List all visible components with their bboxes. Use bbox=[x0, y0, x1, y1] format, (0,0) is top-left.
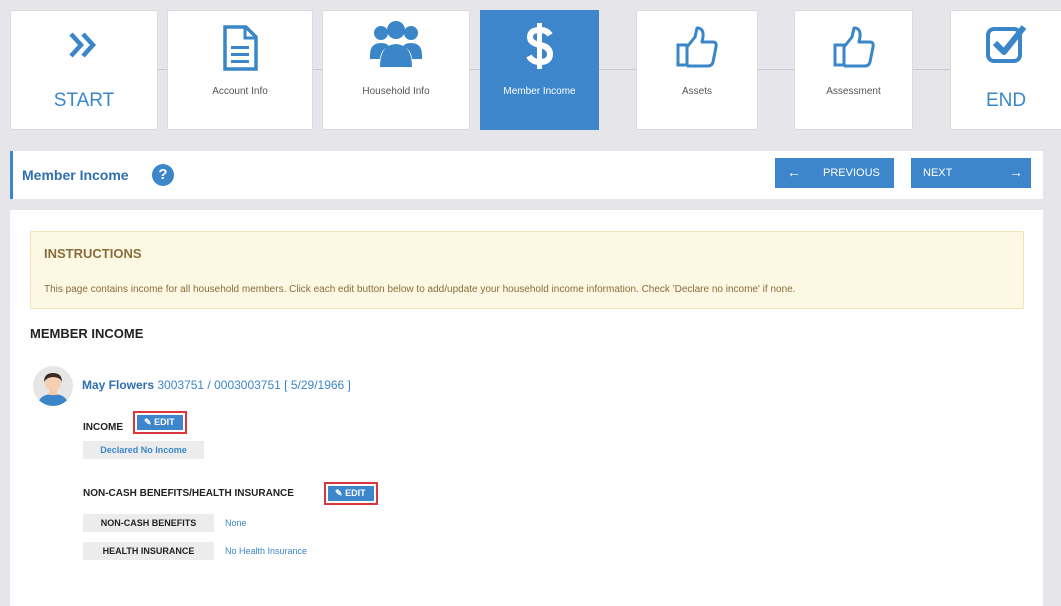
step-label: Assets bbox=[681, 86, 712, 97]
previous-label: PREVIOUS bbox=[823, 167, 880, 179]
step-label: Member Income bbox=[503, 86, 576, 97]
progress-steps: START Account Info Household Info Member… bbox=[0, 0, 1061, 140]
instructions-heading: INSTRUCTIONS bbox=[44, 246, 142, 261]
step-label: Assessment bbox=[826, 86, 881, 97]
double-chevron-right-icon bbox=[11, 25, 157, 69]
pencil-icon: ✎ bbox=[335, 488, 343, 498]
step-label: Household Info bbox=[362, 86, 430, 97]
benefits-edit-button[interactable]: ✎ EDIT bbox=[328, 486, 374, 501]
income-edit-button[interactable]: ✎ EDIT bbox=[137, 415, 183, 430]
next-label: NEXT bbox=[923, 167, 953, 179]
edit-label: EDIT bbox=[345, 488, 366, 498]
benefits-edit-highlight: ✎ EDIT bbox=[324, 482, 378, 505]
arrow-left-icon: ← bbox=[787, 164, 801, 180]
member-ids: 3003751 / 0003003751 [ 5/29/1966 ] bbox=[157, 378, 351, 392]
step-label: END bbox=[985, 90, 1027, 111]
main-panel: INSTRUCTIONS This page contains income f… bbox=[10, 210, 1043, 606]
step-assets[interactable]: Assets bbox=[636, 10, 758, 130]
non-cash-benefits-label: NON-CASH BENEFITS bbox=[83, 514, 214, 532]
step-account-info[interactable]: Account Info bbox=[167, 10, 313, 130]
previous-button[interactable]: ← PREVIOUS bbox=[775, 158, 894, 188]
step-start[interactable]: START bbox=[10, 10, 158, 130]
arrow-right-icon: → bbox=[1009, 164, 1023, 180]
page-title: Member Income bbox=[22, 167, 129, 183]
thumbs-up-icon bbox=[637, 25, 757, 69]
health-insurance-label: HEALTH INSURANCE bbox=[83, 542, 214, 560]
next-button[interactable]: NEXT → bbox=[911, 158, 1031, 188]
avatar bbox=[33, 366, 73, 406]
dollar-icon bbox=[481, 21, 598, 69]
step-member-income[interactable]: Member Income bbox=[480, 10, 599, 130]
thumbs-up-icon bbox=[795, 25, 912, 69]
member-name[interactable]: May Flowers bbox=[82, 378, 154, 392]
step-label: START bbox=[53, 90, 115, 111]
step-end[interactable]: END bbox=[950, 10, 1061, 130]
pencil-icon: ✎ bbox=[144, 417, 152, 427]
income-status-badge: Declared No Income bbox=[83, 441, 204, 459]
edit-label: EDIT bbox=[154, 417, 175, 427]
instructions-box: INSTRUCTIONS This page contains income f… bbox=[30, 231, 1024, 309]
non-cash-benefits-value: None bbox=[225, 518, 247, 528]
checkbox-icon bbox=[951, 21, 1061, 65]
step-label: Account Info bbox=[212, 86, 268, 97]
step-household-info[interactable]: Household Info bbox=[322, 10, 470, 130]
health-insurance-value: No Health Insurance bbox=[225, 546, 308, 556]
income-label: INCOME bbox=[83, 422, 123, 433]
section-title: MEMBER INCOME bbox=[30, 326, 144, 341]
income-edit-highlight: ✎ EDIT bbox=[133, 411, 187, 434]
benefits-label: NON-CASH BENEFITS/HEALTH INSURANCE bbox=[83, 488, 294, 499]
document-icon bbox=[168, 25, 312, 71]
member-info: May Flowers 3003751 / 0003003751 [ 5/29/… bbox=[82, 378, 351, 392]
help-icon[interactable]: ? bbox=[152, 164, 174, 186]
page-header: Member Income ? ← PREVIOUS NEXT → bbox=[10, 151, 1043, 199]
step-assessment[interactable]: Assessment bbox=[794, 10, 913, 130]
users-icon bbox=[323, 19, 469, 67]
instructions-text: This page contains income for all househ… bbox=[44, 284, 796, 295]
